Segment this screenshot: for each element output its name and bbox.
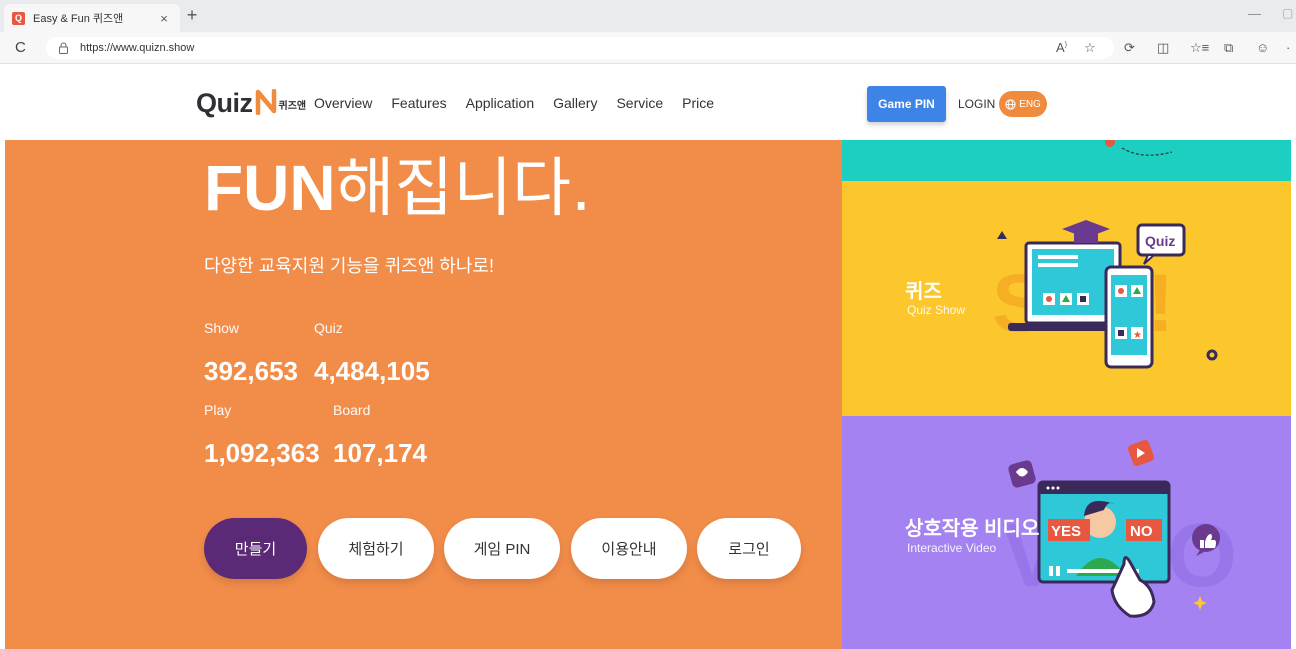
- nav-application[interactable]: Application: [466, 95, 535, 111]
- feature-card-teal[interactable]: [842, 140, 1291, 181]
- logo-n-mark-icon: [255, 89, 276, 115]
- video-card-title: 상호작용 비디오: [905, 518, 1040, 540]
- game-pin-hero-button[interactable]: 게임 PIN: [444, 518, 560, 579]
- svg-text:O: O: [1167, 506, 1237, 606]
- try-button[interactable]: 체험하기: [318, 518, 434, 579]
- teal-card-art: [1105, 140, 1173, 156]
- guide-button[interactable]: 이용안내: [571, 518, 687, 579]
- quizn-favicon-icon: Q: [12, 11, 25, 25]
- quizn-logo[interactable]: Quiz 퀴즈앤: [196, 84, 306, 118]
- more-icon[interactable]: ·: [1286, 40, 1290, 55]
- new-tab-icon[interactable]: +: [182, 5, 202, 26]
- stat-play-label: Play: [204, 402, 232, 418]
- reload-icon[interactable]: C: [15, 39, 26, 56]
- quiz-bubble-text: Quiz: [1145, 233, 1175, 249]
- lock-icon: [58, 42, 70, 54]
- language-button[interactable]: ENG: [999, 91, 1047, 117]
- nav-service[interactable]: Service: [616, 95, 663, 111]
- main-nav: Overview Features Application Gallery Se…: [314, 95, 733, 111]
- stat-board-value: 107,174: [333, 438, 427, 468]
- profile-icon[interactable]: ☺: [1256, 40, 1269, 55]
- hero-title-strong: FUN: [204, 152, 336, 224]
- hero-subtitle: 다양한 교육지원 기능을 퀴즈앤 하나로!: [204, 256, 494, 276]
- url-field[interactable]: https://www.quizn.show: [46, 37, 1114, 59]
- favorites-icon[interactable]: ☆≡: [1190, 40, 1209, 56]
- feature-card-interactive-video[interactable]: V O YES NO 상호작용 비디오 Interactive Video: [842, 416, 1291, 649]
- video-card-subtitle: Interactive Video: [907, 541, 997, 555]
- site-header: Quiz 퀴즈앤 Overview Features Application G…: [0, 64, 1296, 140]
- create-button[interactable]: 만들기: [204, 518, 307, 579]
- quiz-card-title: 퀴즈: [905, 281, 942, 303]
- stat-board-label: Board: [333, 402, 371, 418]
- hero-login-button[interactable]: 로그인: [697, 518, 801, 579]
- video-no-text: NO: [1130, 523, 1153, 540]
- language-label: ENG: [1019, 98, 1041, 110]
- nav-gallery[interactable]: Gallery: [553, 95, 597, 111]
- tab-close-icon[interactable]: ×: [156, 11, 172, 26]
- feature-card-quiz-show[interactable]: S W! ★ Quiz 퀴즈 Quiz Show: [842, 181, 1291, 416]
- address-bar: C https://www.quizn.show A) ☆ ⟳ ◫ ☆≡ ⧉ ☺…: [0, 32, 1296, 64]
- hero-title: FUN해집니다.: [204, 148, 591, 229]
- logo-korean: 퀴즈앤: [278, 101, 307, 112]
- logo-wordmark: Quiz: [196, 88, 253, 118]
- url-text: https://www.quizn.show: [80, 42, 195, 54]
- window-minimize-icon[interactable]: —: [1248, 6, 1261, 21]
- window-restore-icon[interactable]: ▢: [1282, 6, 1293, 20]
- browser-tab[interactable]: Q Easy & Fun 퀴즈앤 ×: [4, 4, 180, 32]
- browser-tab-bar: Q Easy & Fun 퀴즈앤 × + — ▢: [0, 0, 1296, 32]
- stat-show-label: Show: [204, 320, 240, 336]
- hero-title-light: 해집니다.: [335, 152, 592, 226]
- stat-quiz-label: Quiz: [314, 320, 343, 336]
- stat-play-value: 1,092,363: [204, 438, 320, 468]
- nav-price[interactable]: Price: [682, 95, 714, 111]
- stat-show-value: 392,653: [204, 356, 298, 386]
- nav-overview[interactable]: Overview: [314, 95, 372, 111]
- collections-icon[interactable]: ⧉: [1224, 40, 1233, 56]
- hero-section: FUN해집니다. 다양한 교육지원 기능을 퀴즈앤 하나로! Show Quiz…: [5, 140, 842, 649]
- game-pin-button[interactable]: Game PIN: [867, 86, 946, 122]
- favorite-star-icon[interactable]: ☆: [1084, 40, 1096, 56]
- extension-icon[interactable]: ⟳: [1124, 40, 1135, 56]
- svg-text:★: ★: [1133, 330, 1142, 341]
- stat-quiz-value: 4,484,105: [314, 356, 430, 386]
- split-screen-icon[interactable]: ◫: [1157, 40, 1169, 56]
- video-yes-text: YES: [1051, 523, 1081, 540]
- read-aloud-icon[interactable]: A): [1056, 40, 1067, 55]
- quiz-card-subtitle: Quiz Show: [907, 303, 966, 317]
- nav-features[interactable]: Features: [391, 95, 446, 111]
- tab-title: Easy & Fun 퀴즈앤: [33, 13, 124, 25]
- login-link[interactable]: LOGIN: [958, 97, 995, 111]
- globe-icon: [1005, 98, 1016, 110]
